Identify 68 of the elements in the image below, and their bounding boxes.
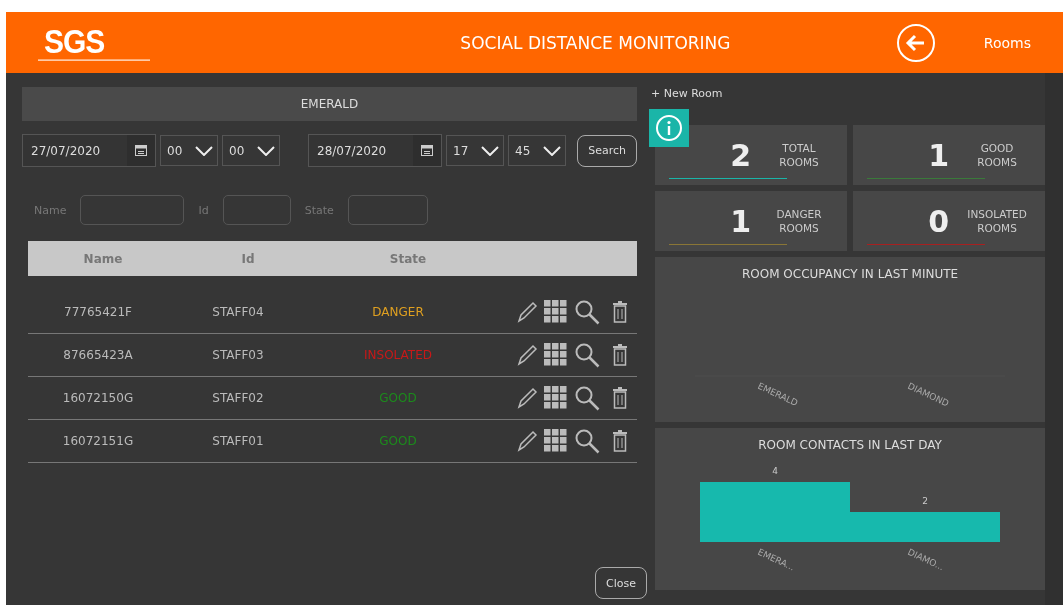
data-label: 2 xyxy=(922,496,928,506)
filter-input[interactable] xyxy=(80,195,185,225)
table-cell-text: STAFF03 xyxy=(211,348,265,362)
stat-value: 1 xyxy=(729,203,751,239)
trash-icon[interactable] xyxy=(612,301,628,323)
search-icon[interactable] xyxy=(574,342,600,368)
grid-icon[interactable] xyxy=(544,429,568,453)
info-button[interactable] xyxy=(649,109,689,147)
app-title: SOCIAL DISTANCE MONITORING xyxy=(459,32,732,53)
chevron-down-icon xyxy=(543,145,561,156)
grid-icon[interactable] xyxy=(544,386,568,410)
trash-icon[interactable] xyxy=(612,344,628,366)
chevron-down-icon xyxy=(481,145,499,156)
stat-value: 1 xyxy=(927,137,950,173)
trash-icon[interactable] xyxy=(612,387,628,409)
grid-icon[interactable] xyxy=(544,300,568,324)
new-room-link[interactable]: + New Room xyxy=(651,87,723,109)
chevron-down-icon xyxy=(257,145,275,156)
table-cell-text: STAFF04 xyxy=(211,305,265,319)
search-icon[interactable] xyxy=(574,299,600,325)
column-header: Id xyxy=(240,251,256,266)
minute-dropdown[interactable]: 00 xyxy=(222,135,280,166)
table-cell-text: STAFF01 xyxy=(211,434,265,448)
stat-label: DANGER ROOMS xyxy=(775,207,823,235)
pencil-icon[interactable] xyxy=(516,344,538,366)
pencil-icon[interactable] xyxy=(516,387,538,409)
stat-value: 0 xyxy=(927,203,950,239)
stat-label: TOTAL ROOMS xyxy=(778,141,820,169)
minute-dropdown[interactable]: 45 xyxy=(508,135,566,166)
table-cell-text: STAFF02 xyxy=(211,391,265,405)
table-cell-text: 77765421F xyxy=(63,305,133,319)
stat-label: INSOLATED ROOMS xyxy=(966,207,1028,235)
filter-input[interactable] xyxy=(222,195,291,225)
table-cell-text: 87665423A xyxy=(62,348,134,362)
chart-title: ROOM CONTACTS IN LAST DAY xyxy=(758,438,942,452)
search-icon[interactable] xyxy=(574,385,600,411)
stat-value: 2 xyxy=(729,137,751,173)
state-text: DANGER xyxy=(371,305,425,319)
column-header: State xyxy=(388,251,428,266)
filter-input[interactable] xyxy=(347,195,428,225)
trash-icon[interactable] xyxy=(612,430,628,452)
grid-icon[interactable] xyxy=(544,343,568,367)
chevron-down-icon xyxy=(195,145,213,156)
calendar-icon[interactable] xyxy=(421,145,433,156)
filter-label: Name xyxy=(34,203,67,217)
state-text: GOOD xyxy=(378,434,418,448)
state-text: INSOLATED xyxy=(363,348,433,362)
search-button[interactable]: Search xyxy=(577,134,637,167)
filter-label: State xyxy=(304,203,334,217)
chart-title: ROOM OCCUPANCY IN LAST MINUTE xyxy=(741,267,959,281)
pencil-icon[interactable] xyxy=(516,430,538,452)
close-button[interactable]: Close xyxy=(595,567,647,599)
room-name-bar: EMERALD xyxy=(22,87,637,121)
date-from-field[interactable]: 27/07/2020 xyxy=(22,134,156,167)
pencil-icon[interactable] xyxy=(516,301,538,323)
table-cell-text: 16072150G xyxy=(61,391,135,405)
info-icon xyxy=(655,114,683,142)
column-header: Name xyxy=(82,251,124,266)
state-text: GOOD xyxy=(378,391,418,405)
data-label: 4 xyxy=(772,466,778,476)
date-to-field[interactable]: 28/07/2020 xyxy=(308,134,442,167)
search-icon[interactable] xyxy=(574,428,600,454)
table-cell-text: 16072151G xyxy=(61,434,135,448)
hour-dropdown[interactable]: 00 xyxy=(160,135,218,166)
logo: SGS xyxy=(38,24,150,61)
stat-label: GOOD ROOMS xyxy=(976,141,1018,169)
hour-dropdown[interactable]: 17 xyxy=(446,135,504,166)
calendar-icon[interactable] xyxy=(135,145,147,156)
